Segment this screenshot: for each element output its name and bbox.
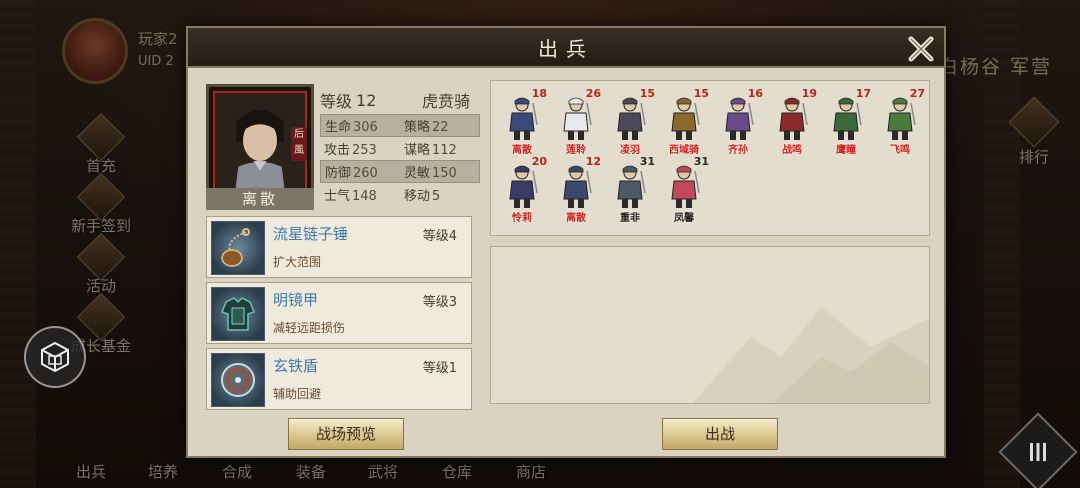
stat-cell: 生命 306 bbox=[325, 120, 378, 135]
armor-icon bbox=[211, 287, 265, 341]
troop-unit[interactable]: 12 离散 bbox=[551, 155, 601, 227]
equipment-slot-3[interactable]: 玄铁盾 等级1 辅助回避 bbox=[206, 348, 472, 410]
unit-class: 虎贲骑 bbox=[422, 92, 471, 111]
deploy-button[interactable]: 出战 bbox=[662, 418, 778, 450]
troop-name: 鹰瞳 bbox=[836, 145, 856, 156]
level-row: 等级 12 虎贲骑 bbox=[320, 86, 480, 114]
level-value: 12 bbox=[356, 90, 377, 110]
stat-row: 生命 306 策略 22 bbox=[320, 114, 480, 137]
stat-cell: 士气 148 bbox=[324, 189, 377, 204]
troop-unit[interactable]: 27 飞鸣 bbox=[875, 87, 925, 159]
stat-cell: 谋略 112 bbox=[404, 143, 457, 158]
troop-name: 飞鸣 bbox=[890, 145, 910, 156]
troop-level: 31 bbox=[639, 155, 655, 168]
equipment-name: 明镜甲 bbox=[273, 291, 319, 309]
soldier-icon bbox=[617, 165, 646, 208]
troop-name: 离散 bbox=[566, 213, 586, 224]
troop-unit[interactable]: 19 战鸣 bbox=[767, 87, 817, 159]
soldier-icon bbox=[779, 97, 808, 140]
troop-level: 18 bbox=[531, 87, 547, 100]
equipment-slot-1[interactable]: 流星链子锤 等级4 扩大范围 bbox=[206, 216, 472, 278]
floating-assist-button[interactable] bbox=[24, 326, 86, 388]
stat-cell: 攻击 253 bbox=[324, 143, 377, 158]
close-icon bbox=[908, 36, 934, 62]
landscape-watermark bbox=[692, 307, 929, 403]
troop-unit[interactable]: 18 离散 bbox=[497, 87, 547, 159]
soldier-icon bbox=[509, 97, 538, 140]
soldier-icon bbox=[833, 97, 862, 140]
troop-unit[interactable]: 31 重非 bbox=[605, 155, 655, 227]
equipment-list: 流星链子锤 等级4 扩大范围 明镜甲 等级3 减轻远距损伤 玄铁盾 等级1 辅助… bbox=[206, 216, 472, 414]
soldier-icon bbox=[671, 97, 700, 140]
troop-unit[interactable]: 15 西域骑 bbox=[659, 87, 709, 159]
troop-unit[interactable]: 16 齐孙 bbox=[713, 87, 763, 159]
troop-name: 凌羽 bbox=[620, 145, 640, 156]
equipment-desc: 扩大范围 bbox=[273, 255, 322, 269]
troop-name: 离散 bbox=[512, 145, 532, 156]
troop-level: 15 bbox=[693, 87, 709, 100]
deployment-area[interactable] bbox=[490, 246, 930, 404]
cube-icon bbox=[41, 341, 69, 373]
portrait-tag: 后風 bbox=[291, 127, 307, 161]
troop-name: 战鸣 bbox=[782, 145, 802, 156]
soldier-icon bbox=[887, 97, 916, 140]
soldier-icon bbox=[563, 165, 592, 208]
troop-level: 16 bbox=[747, 87, 763, 100]
troop-name: 齐孙 bbox=[728, 145, 748, 156]
stat-cell: 防御 260 bbox=[325, 166, 378, 181]
troop-level: 15 bbox=[639, 87, 655, 100]
close-button[interactable] bbox=[904, 32, 938, 66]
troop-name: 重非 bbox=[620, 213, 640, 224]
troop-level: 26 bbox=[585, 87, 601, 100]
dialog-title: 出兵 bbox=[538, 36, 594, 61]
battlefield-preview-button[interactable]: 战场预览 bbox=[288, 418, 404, 450]
meteor-hammer-icon bbox=[211, 221, 265, 275]
troop-unit[interactable]: 26 莲聆 bbox=[551, 87, 601, 159]
troop-name: 怜莉 bbox=[512, 213, 532, 224]
equipment-level: 等级4 bbox=[422, 229, 457, 244]
stat-row: 士气 148 移动 5 bbox=[320, 183, 480, 206]
troop-level: 27 bbox=[909, 87, 925, 100]
stat-cell: 灵敏 150 bbox=[404, 166, 457, 181]
equipment-name: 流星链子锤 bbox=[273, 225, 349, 243]
troop-name: 西域骑 bbox=[669, 145, 699, 156]
stat-cell: 策略 22 bbox=[404, 120, 449, 135]
equipment-level: 等级1 bbox=[422, 361, 457, 376]
troop-name: 莲聆 bbox=[566, 145, 586, 156]
troop-level: 12 bbox=[585, 155, 601, 168]
bars-icon bbox=[1030, 443, 1046, 461]
stat-row: 防御 260 灵敏 150 bbox=[320, 160, 480, 183]
troop-roster: 18 离散 26 莲聆 15 凌羽 15 西域骑 16 齐孙 19 战鸣 17 … bbox=[490, 80, 930, 236]
general-stats: 等级 12 虎贲骑 生命 306 策略 22 攻击 253 谋略 112 防御 260 灵… bbox=[320, 86, 480, 206]
level-label: 等级 bbox=[320, 92, 353, 111]
troop-unit[interactable]: 31 凤馨 bbox=[659, 155, 709, 227]
troop-unit[interactable]: 15 凌羽 bbox=[605, 87, 655, 159]
equipment-desc: 辅助回避 bbox=[273, 387, 322, 401]
soldier-icon bbox=[563, 97, 592, 140]
stat-row: 攻击 253 谋略 112 bbox=[320, 137, 480, 160]
equipment-name: 玄铁盾 bbox=[273, 357, 319, 375]
soldier-icon bbox=[509, 165, 538, 208]
equipment-desc: 减轻远距损伤 bbox=[273, 321, 346, 335]
soldier-icon bbox=[671, 165, 700, 208]
soldier-icon bbox=[725, 97, 754, 140]
troop-unit[interactable]: 17 鹰瞳 bbox=[821, 87, 871, 159]
stat-table: 生命 306 策略 22 攻击 253 谋略 112 防御 260 灵敏 150 士气 148… bbox=[320, 114, 480, 206]
equipment-level: 等级3 bbox=[422, 295, 457, 310]
stat-cell: 移动 5 bbox=[404, 189, 441, 204]
troop-name: 凤馨 bbox=[674, 213, 694, 224]
deploy-dialog: 出兵 后風 离散 等级 12 虎贲骑 生命 306 策略 22 攻击 253 谋… bbox=[186, 26, 946, 458]
equipment-slot-2[interactable]: 明镜甲 等级3 减轻远距损伤 bbox=[206, 282, 472, 344]
troop-level: 17 bbox=[855, 87, 871, 100]
troop-level: 19 bbox=[801, 87, 817, 100]
general-name: 离散 bbox=[206, 188, 314, 210]
troop-unit[interactable]: 20 怜莉 bbox=[497, 155, 547, 227]
soldier-icon bbox=[617, 97, 646, 140]
dialog-header: 出兵 bbox=[188, 28, 944, 68]
shield-icon bbox=[211, 353, 265, 407]
troop-level: 31 bbox=[693, 155, 709, 168]
troop-level: 20 bbox=[531, 155, 547, 168]
